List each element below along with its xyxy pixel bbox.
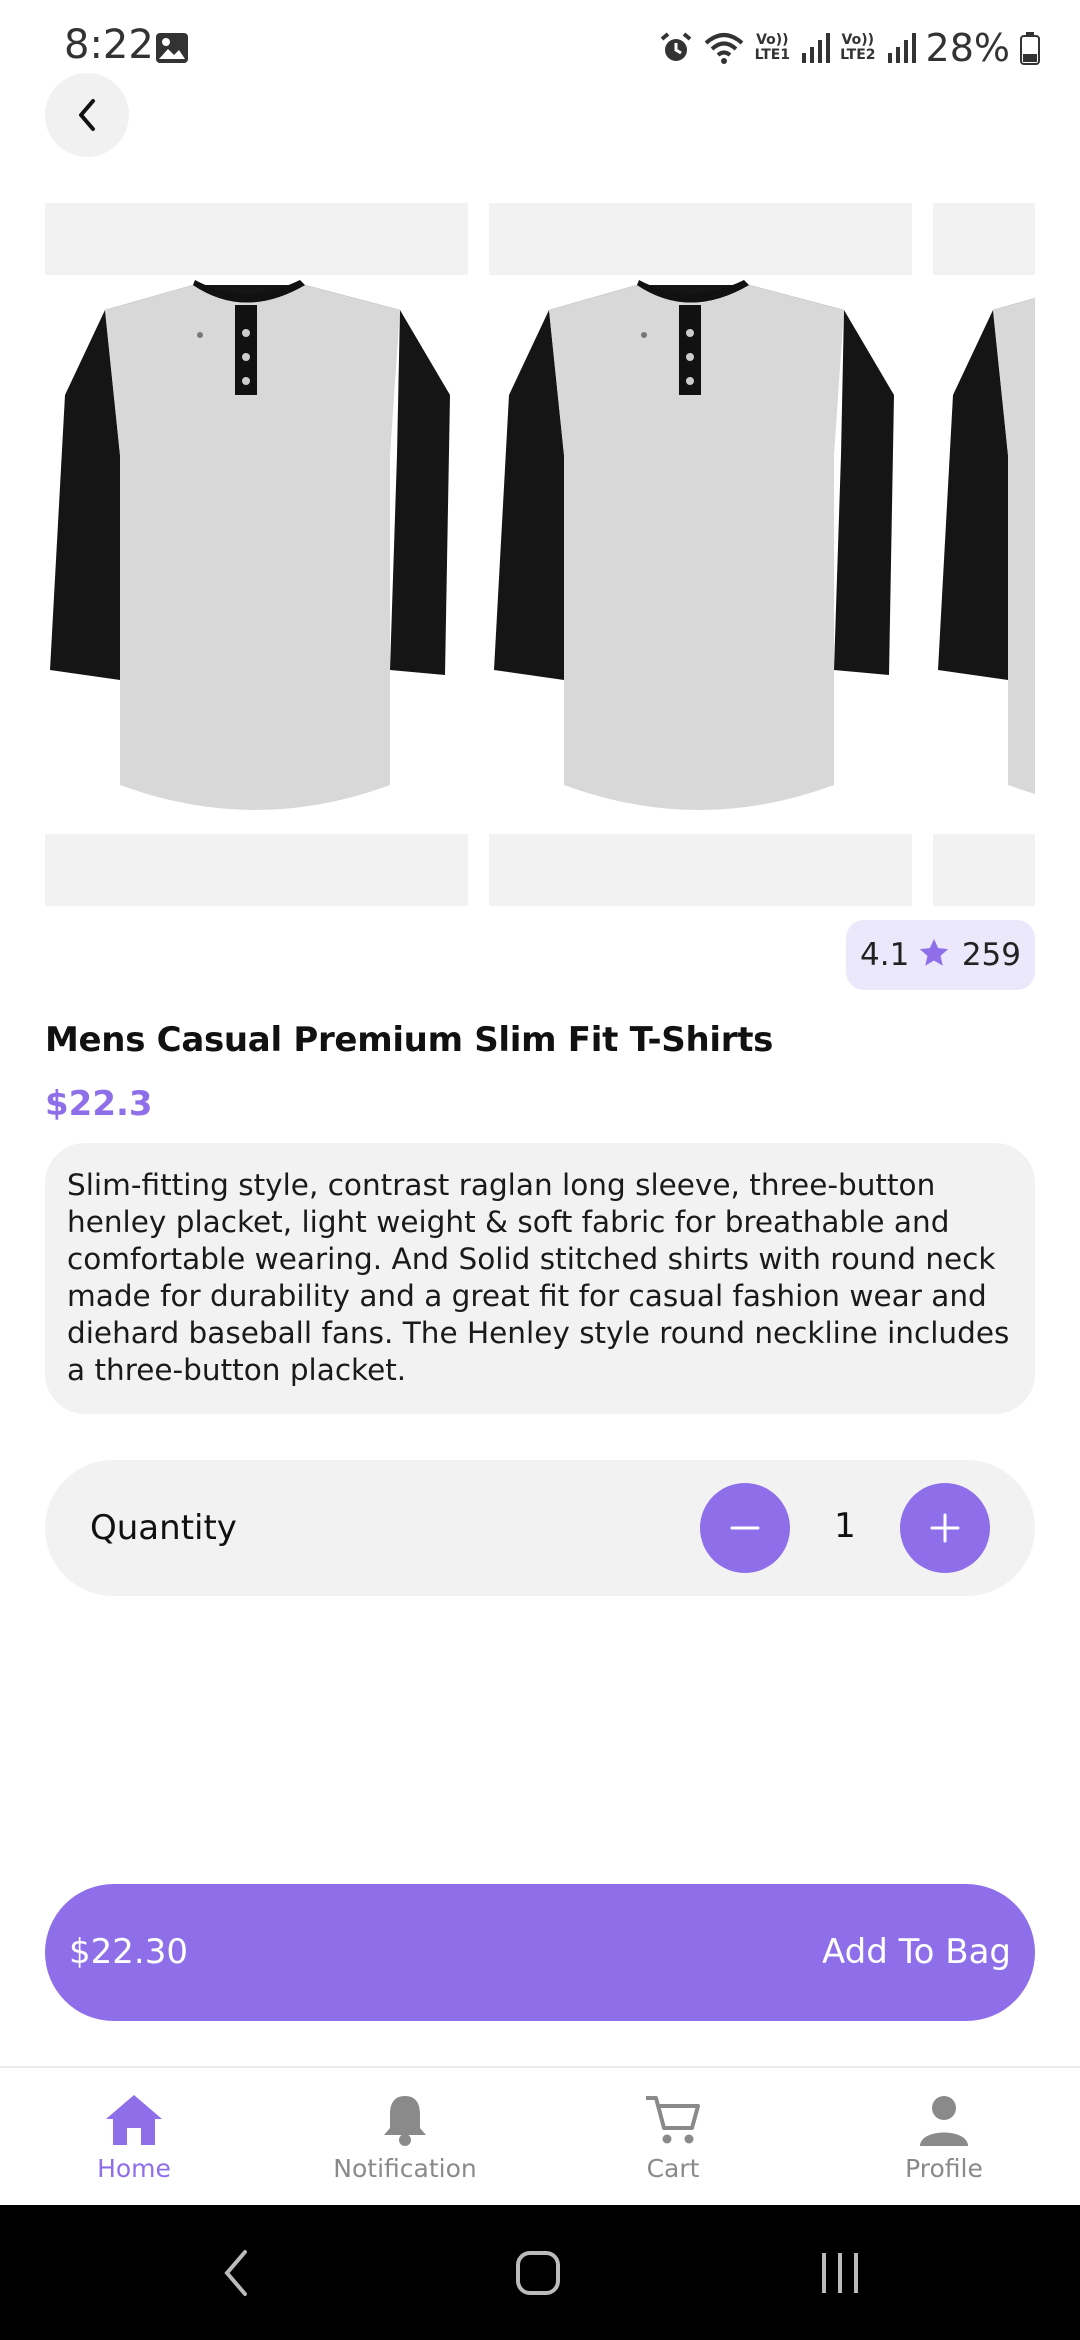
status-time: 8:22 xyxy=(64,22,154,68)
product-description: Slim-fitting style, contrast raglan long… xyxy=(67,1168,1010,1387)
sim2-label: Vo)) LTE2 xyxy=(840,32,876,63)
home-square-icon xyxy=(516,2250,560,2295)
tshirt-image xyxy=(50,280,450,810)
product-price: $22.3 xyxy=(45,1084,153,1124)
gallery-icon xyxy=(155,32,189,69)
battery-icon xyxy=(1020,31,1040,65)
decrease-quantity-button[interactable] xyxy=(700,1483,790,1573)
status-bar: 8:22 Vo)) LTE1 Vo)) LTE2 28% xyxy=(0,0,1080,96)
battery-percent: 28% xyxy=(925,26,1010,70)
chevron-left-icon xyxy=(224,2249,247,2296)
product-image[interactable] xyxy=(933,203,1035,906)
system-home-button[interactable] xyxy=(478,2205,598,2340)
quantity-stepper: Quantity 1 xyxy=(45,1460,1035,1596)
product-image[interactable] xyxy=(489,203,912,906)
nav-cart[interactable]: Cart xyxy=(573,2068,773,2207)
recents-icon xyxy=(822,2252,858,2293)
wifi-icon xyxy=(703,31,745,65)
bell-icon xyxy=(384,2096,426,2146)
product-title: Mens Casual Premium Slim Fit T-Shirts xyxy=(45,1020,774,1060)
signal-icon xyxy=(886,31,916,65)
bag-total: $22.30 xyxy=(69,1932,188,1972)
signal-icon xyxy=(800,31,831,65)
plus-icon xyxy=(930,1513,960,1543)
status-icons: Vo)) LTE1 Vo)) LTE2 28% xyxy=(659,24,1040,72)
nav-home[interactable]: Home xyxy=(34,2068,234,2207)
tshirt-image xyxy=(494,280,894,810)
cart-icon xyxy=(646,2096,700,2144)
alarm-icon xyxy=(659,31,693,65)
chevron-left-icon xyxy=(79,99,95,131)
rating-badge: 4.1 259 xyxy=(846,920,1035,990)
tshirt-image xyxy=(938,298,1035,794)
minus-icon xyxy=(730,1526,760,1530)
home-icon xyxy=(106,2095,162,2145)
product-image-carousel[interactable] xyxy=(45,203,1035,906)
quantity-label: Quantity xyxy=(90,1508,237,1548)
system-back-button[interactable] xyxy=(176,2205,296,2340)
person-icon xyxy=(920,2096,968,2146)
quantity-value: 1 xyxy=(834,1506,856,1546)
back-button[interactable] xyxy=(45,73,129,157)
nav-profile[interactable]: Profile xyxy=(844,2068,1044,2207)
system-recents-button[interactable] xyxy=(780,2205,900,2340)
add-to-bag-button[interactable]: $22.30 Add To Bag xyxy=(45,1884,1035,2021)
add-to-bag-label: Add To Bag xyxy=(822,1932,1011,1972)
sim1-label: Vo)) LTE1 xyxy=(754,32,791,63)
bottom-navigation: Home Notification Cart Profile xyxy=(0,2066,1080,2205)
system-navigation-bar xyxy=(0,2205,1080,2340)
increase-quantity-button[interactable] xyxy=(900,1483,990,1573)
review-count: 259 xyxy=(961,937,1021,973)
nav-notification[interactable]: Notification xyxy=(305,2068,505,2207)
rating-value: 4.1 xyxy=(860,937,910,973)
star-icon xyxy=(917,936,951,975)
description-panel: Slim-fitting style, contrast raglan long… xyxy=(45,1143,1035,1414)
product-image[interactable] xyxy=(45,203,468,906)
